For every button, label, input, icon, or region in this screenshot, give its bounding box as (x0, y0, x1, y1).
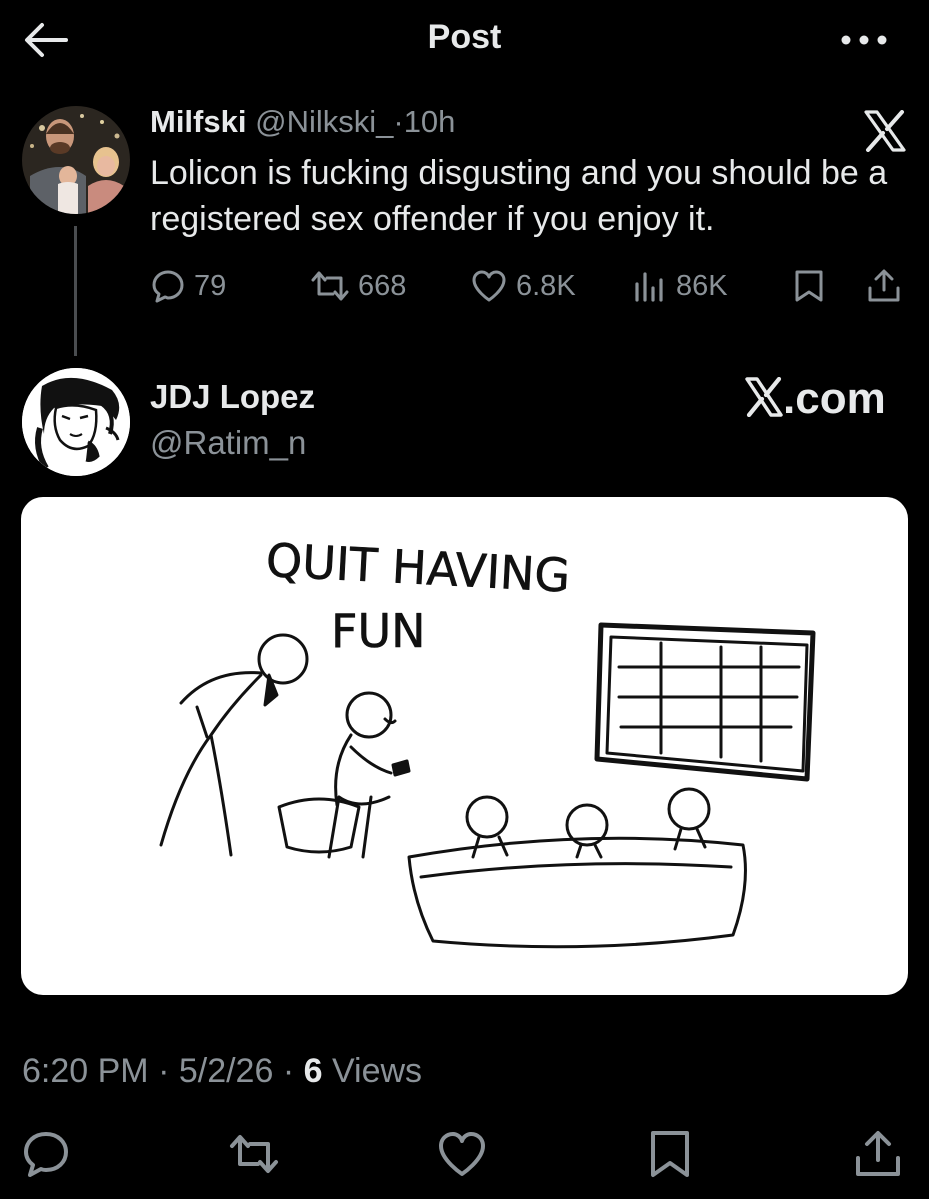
quoted-bookmark[interactable] (792, 268, 826, 304)
reply-icon (150, 268, 186, 304)
heart-icon (470, 268, 508, 304)
quoted-post-time[interactable]: 10h (404, 104, 456, 139)
repost-button[interactable] (228, 1128, 280, 1180)
quoted-share[interactable] (866, 268, 902, 304)
quoted-author-name[interactable]: Milfski (150, 104, 246, 139)
thread-connector-line (74, 226, 77, 356)
x-logo-icon (864, 110, 906, 152)
comic-caption-line1: QUIT HAVING (265, 533, 572, 603)
bookmark-icon (792, 268, 826, 304)
quoted-repost-stat[interactable]: 668 (310, 268, 406, 304)
reply-icon (24, 1132, 68, 1177)
quoted-author-avatar[interactable] (22, 106, 130, 214)
post-time: 6:20 PM (22, 1052, 149, 1090)
author-avatar[interactable] (22, 368, 130, 476)
heart-icon (439, 1132, 485, 1176)
bookmark-button[interactable] (644, 1128, 696, 1180)
reply-button[interactable] (20, 1128, 72, 1180)
author-handle[interactable]: @Ratim_n (150, 424, 306, 462)
repost-icon (310, 268, 350, 304)
post-views-count[interactable]: 6 (304, 1052, 323, 1090)
reply-count: 79 (194, 269, 227, 302)
header-separator: · (393, 104, 404, 139)
share-icon (856, 1131, 900, 1176)
x-com-watermark: .com (745, 374, 886, 428)
bookmark-icon (651, 1131, 689, 1177)
comic-image[interactable]: QUIT HAVING FUN (21, 497, 908, 995)
like-count: 6.8K (516, 269, 576, 302)
post-views-label: Views (322, 1052, 423, 1090)
meta-separator: · (148, 1052, 179, 1090)
share-icon (866, 268, 902, 304)
author-name[interactable]: JDJ Lopez (150, 378, 315, 416)
views-chart-icon (632, 268, 668, 304)
meta-separator: · (273, 1052, 304, 1090)
quoted-author-handle[interactable]: @Nilkski_ (255, 104, 393, 139)
quoted-views-stat[interactable]: 86K (632, 268, 728, 304)
x-com-text: .com (783, 374, 886, 423)
repost-count: 668 (358, 269, 407, 302)
more-options-icon[interactable] (838, 28, 890, 52)
like-button[interactable] (436, 1128, 488, 1180)
comic-caption-line2: FUN (331, 604, 426, 658)
share-button[interactable] (852, 1128, 904, 1180)
quoted-reply-stat[interactable]: 79 (150, 268, 226, 304)
post-meta: 6:20 PM · 5/2/26 · 6 Views (22, 1052, 422, 1091)
post-date: 5/2/26 (178, 1052, 274, 1090)
x-logo-icon (745, 376, 783, 428)
repost-icon (230, 1135, 278, 1173)
page-title: Post (427, 18, 502, 56)
quoted-post-text: Lolicon is fucking disgusting and you sh… (150, 154, 888, 238)
quoted-like-stat[interactable]: 6.8K (470, 268, 576, 304)
views-count: 86K (676, 269, 728, 302)
quoted-post-header: Milfski @Nilkski_·10h (150, 104, 455, 140)
